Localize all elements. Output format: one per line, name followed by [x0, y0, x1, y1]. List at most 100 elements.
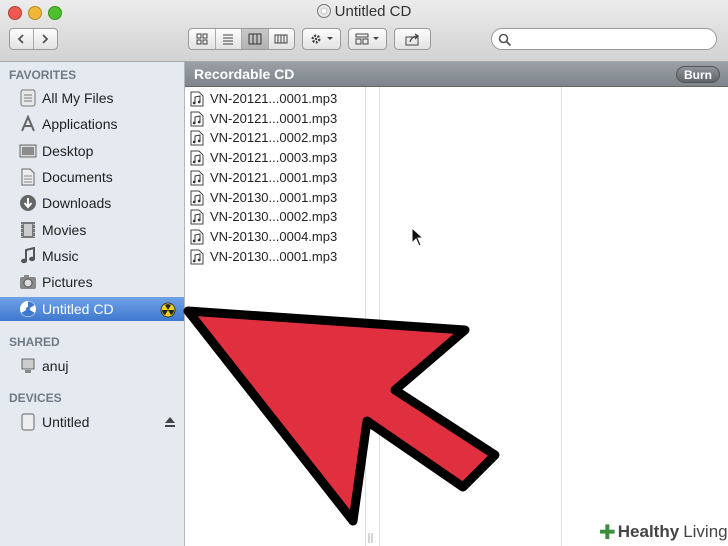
favorites-header: FAVORITES	[9, 68, 77, 82]
arrange-icon	[355, 33, 369, 45]
burn-bar: Recordable CD Burn	[185, 62, 728, 87]
list-item[interactable]: VN-20121...0002.mp3	[190, 128, 337, 147]
sidebar-item-label: Downloads	[42, 195, 112, 211]
sidebar-item-label: Movies	[42, 222, 87, 238]
content-pane: Recordable CD Burn VN-20121...0001.mp3 V…	[185, 62, 728, 546]
gear-icon	[311, 34, 321, 44]
file-name: VN-20130...0004.mp3	[210, 229, 338, 244]
audio-file-icon	[190, 130, 204, 145]
documents-icon	[18, 167, 38, 187]
file-name: VN-20130...0001.mp3	[210, 190, 338, 205]
audio-file-icon	[190, 249, 204, 264]
path-label: Recordable CD	[194, 66, 295, 82]
column-divider[interactable]	[365, 87, 366, 546]
sidebar-item-label: Music	[42, 248, 79, 264]
list-icon	[223, 34, 234, 45]
list-item[interactable]: VN-20130...0001.mp3	[190, 247, 337, 266]
list-item[interactable]: VN-20130...0001.mp3	[190, 188, 337, 207]
arrange-menu-button[interactable]	[348, 28, 387, 50]
burn-button[interactable]: Burn	[676, 66, 720, 83]
column-view-button[interactable]	[242, 29, 269, 49]
sidebar-item-label: Applications	[42, 116, 118, 132]
sidebar-item-label: Untitled	[42, 414, 90, 430]
cd-icon	[316, 4, 331, 18]
forward-button[interactable]	[34, 29, 57, 49]
pictures-icon	[18, 272, 38, 292]
audio-file-icon	[190, 209, 204, 224]
movies-icon	[18, 220, 38, 240]
music-icon	[18, 246, 38, 266]
downloads-icon	[18, 193, 38, 213]
file-name: VN-20121...0003.mp3	[210, 150, 338, 165]
plus-icon: ✚	[599, 521, 616, 544]
sidebar-item-all-my-files[interactable]: All My Files	[0, 86, 184, 110]
chevron-down-icon	[327, 37, 333, 40]
list-item[interactable]: VN-20121...0001.mp3	[190, 109, 337, 128]
sidebar-item-label: Pictures	[42, 274, 93, 290]
file-name: VN-20121...0001.mp3	[210, 91, 338, 106]
column-divider	[379, 87, 380, 546]
sidebar-item-anuj[interactable]: anuj	[0, 354, 184, 378]
sidebar-item-label: Desktop	[42, 143, 94, 159]
desktop-icon	[18, 141, 38, 161]
audio-file-icon	[190, 91, 204, 106]
burn-icon[interactable]	[160, 302, 176, 321]
column-divider[interactable]	[561, 87, 562, 546]
search-field[interactable]	[491, 28, 717, 50]
list-item[interactable]: VN-20130...0002.mp3	[190, 207, 337, 226]
shared-header: SHARED	[9, 335, 60, 349]
list-item[interactable]: VN-20121...0001.mp3	[190, 168, 337, 187]
audio-file-icon	[190, 111, 204, 126]
watermark-logo: ✚ Healthy Living	[595, 518, 728, 546]
sidebar-item-untitled-cd[interactable]: Untitled CD	[0, 297, 184, 321]
file-name: VN-20130...0001.mp3	[210, 249, 338, 264]
audio-file-icon	[190, 170, 204, 185]
audio-file-icon	[190, 229, 204, 244]
computer-icon	[18, 356, 38, 376]
watermark-rest: Living	[683, 522, 728, 541]
share-button[interactable]	[394, 28, 431, 50]
cover-flow-button[interactable]	[269, 29, 295, 49]
sidebar-item-label: Documents	[42, 169, 113, 185]
mouse-cursor-icon	[411, 227, 425, 247]
sidebar-item-applications[interactable]: Applications	[0, 112, 184, 136]
file-name: VN-20130...0002.mp3	[210, 209, 338, 224]
columns-icon	[248, 33, 262, 45]
list-item[interactable]: VN-20121...0003.mp3	[190, 148, 337, 167]
audio-file-icon	[190, 190, 204, 205]
sidebar-item-untitled[interactable]: Untitled	[0, 410, 184, 434]
drive-icon	[18, 412, 38, 432]
chevron-left-icon	[17, 34, 24, 44]
search-icon	[498, 33, 512, 47]
sidebar-item-documents[interactable]: Documents	[0, 165, 184, 189]
sidebar: FAVORITES All My Files Applications Desk…	[0, 62, 185, 546]
icon-view-button[interactable]	[189, 29, 216, 49]
sidebar-item-movies[interactable]: Movies	[0, 218, 184, 242]
action-menu-button[interactable]	[302, 28, 341, 50]
file-name: VN-20121...0001.mp3	[210, 111, 338, 126]
window-toolbar: Untitled CD	[0, 0, 728, 62]
list-view-button[interactable]	[216, 29, 242, 49]
sidebar-item-downloads[interactable]: Downloads	[0, 191, 184, 215]
sidebar-item-pictures[interactable]: Pictures	[0, 270, 184, 294]
back-button[interactable]	[10, 29, 34, 49]
watermark-bold: Healthy	[617, 522, 680, 541]
list-item[interactable]: VN-20121...0001.mp3	[190, 89, 337, 108]
chevron-down-icon	[373, 37, 379, 40]
sidebar-item-label: Untitled CD	[42, 301, 114, 317]
sidebar-item-label: anuj	[42, 358, 69, 374]
burn-cd-icon	[18, 299, 38, 319]
cover-flow-icon	[274, 34, 288, 44]
sidebar-item-music[interactable]: Music	[0, 244, 184, 268]
file-name: VN-20121...0001.mp3	[210, 170, 338, 185]
chevron-right-icon	[42, 34, 49, 44]
window-title: Untitled CD	[0, 3, 728, 20]
file-name: VN-20121...0002.mp3	[210, 130, 338, 145]
sidebar-item-label: All My Files	[42, 90, 114, 106]
audio-file-icon	[190, 150, 204, 165]
grid-icon	[196, 33, 208, 45]
column-resize-grip[interactable]	[368, 533, 374, 543]
sidebar-item-desktop[interactable]: Desktop	[0, 139, 184, 163]
list-item[interactable]: VN-20130...0004.mp3	[190, 227, 337, 246]
eject-icon[interactable]	[164, 415, 176, 431]
